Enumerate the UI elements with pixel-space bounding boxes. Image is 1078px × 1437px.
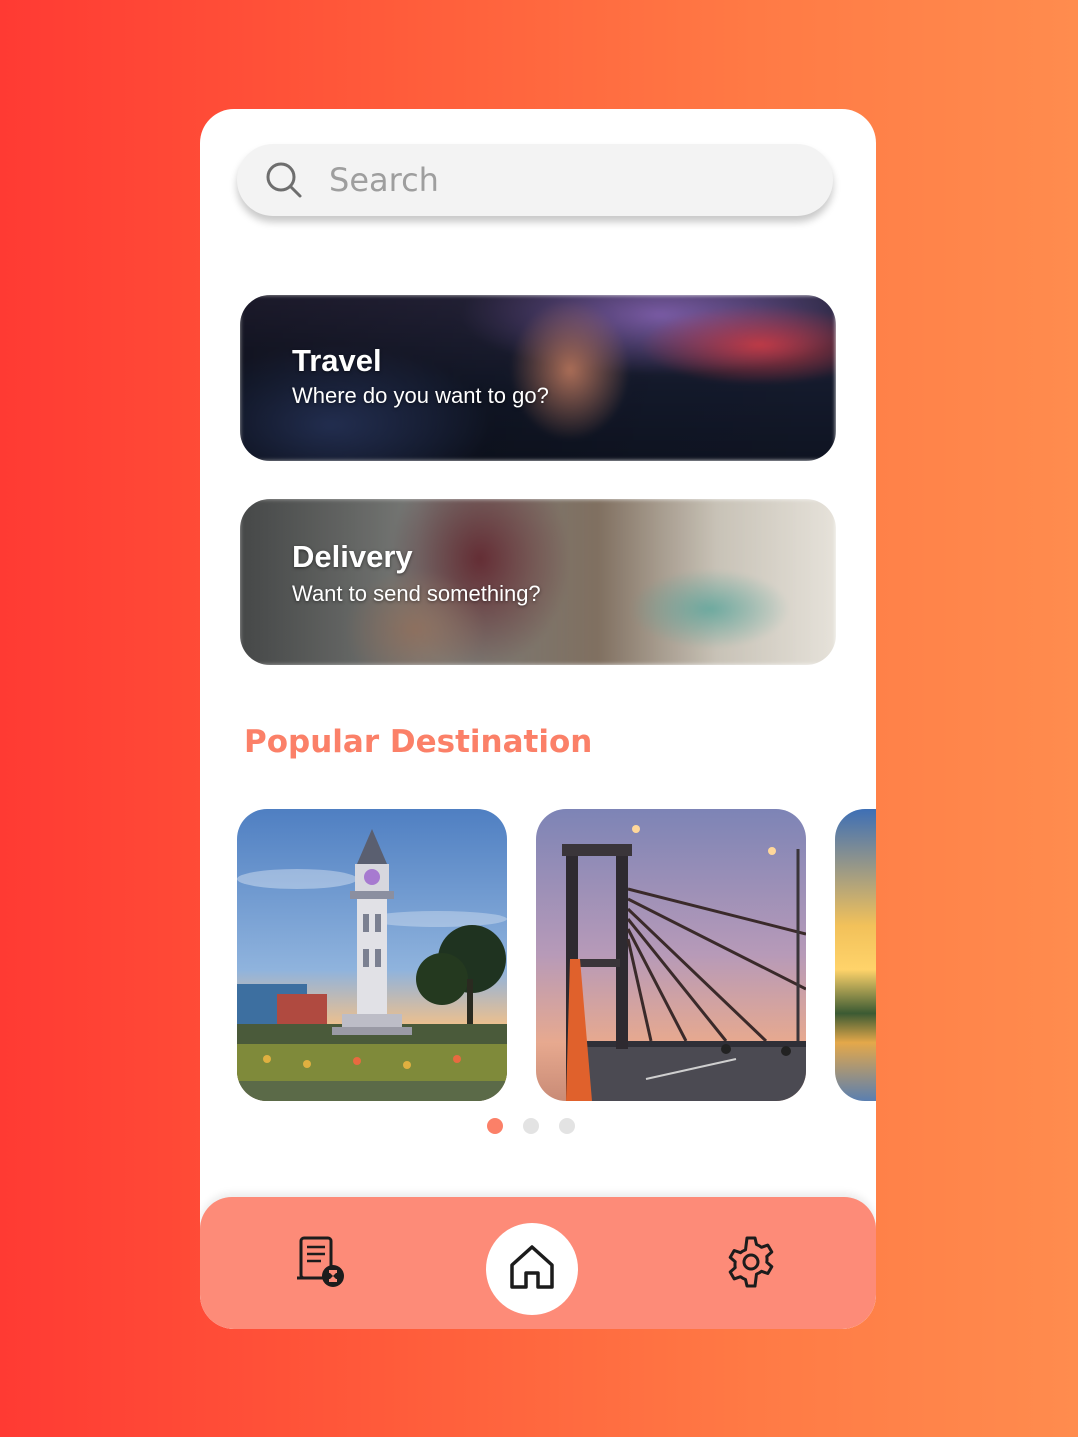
nav-home-button[interactable] xyxy=(486,1223,578,1315)
destination-card-bridge[interactable] xyxy=(536,809,806,1101)
travel-card-title: Travel xyxy=(292,343,382,378)
delivery-card[interactable]: Delivery Want to send something? xyxy=(240,499,836,665)
nav-settings-button[interactable] xyxy=(720,1233,782,1295)
destination-card-clock-tower[interactable] xyxy=(237,809,507,1101)
home-icon xyxy=(506,1241,558,1298)
nav-history-button[interactable] xyxy=(288,1233,354,1295)
search-icon xyxy=(263,159,305,201)
bottom-nav xyxy=(200,1197,876,1329)
carousel-dot-2[interactable] xyxy=(523,1118,539,1134)
delivery-card-subtitle: Want to send something? xyxy=(292,581,541,606)
destination-card-sunset[interactable] xyxy=(835,809,876,1101)
travel-card-subtitle: Where do you want to go? xyxy=(292,383,549,408)
search-input[interactable] xyxy=(327,160,811,200)
history-icon xyxy=(291,1232,351,1297)
carousel-indicator xyxy=(487,1118,575,1134)
carousel-dot-1[interactable] xyxy=(487,1118,503,1134)
search-bar[interactable] xyxy=(237,144,833,216)
delivery-card-title: Delivery xyxy=(292,539,413,574)
app-screen: Travel Where do you want to go? Delivery… xyxy=(200,109,876,1329)
settings-icon xyxy=(723,1234,779,1295)
travel-card[interactable]: Travel Where do you want to go? xyxy=(240,295,836,461)
carousel-dot-3[interactable] xyxy=(559,1118,575,1134)
section-title-popular: Popular Destination xyxy=(244,724,593,760)
